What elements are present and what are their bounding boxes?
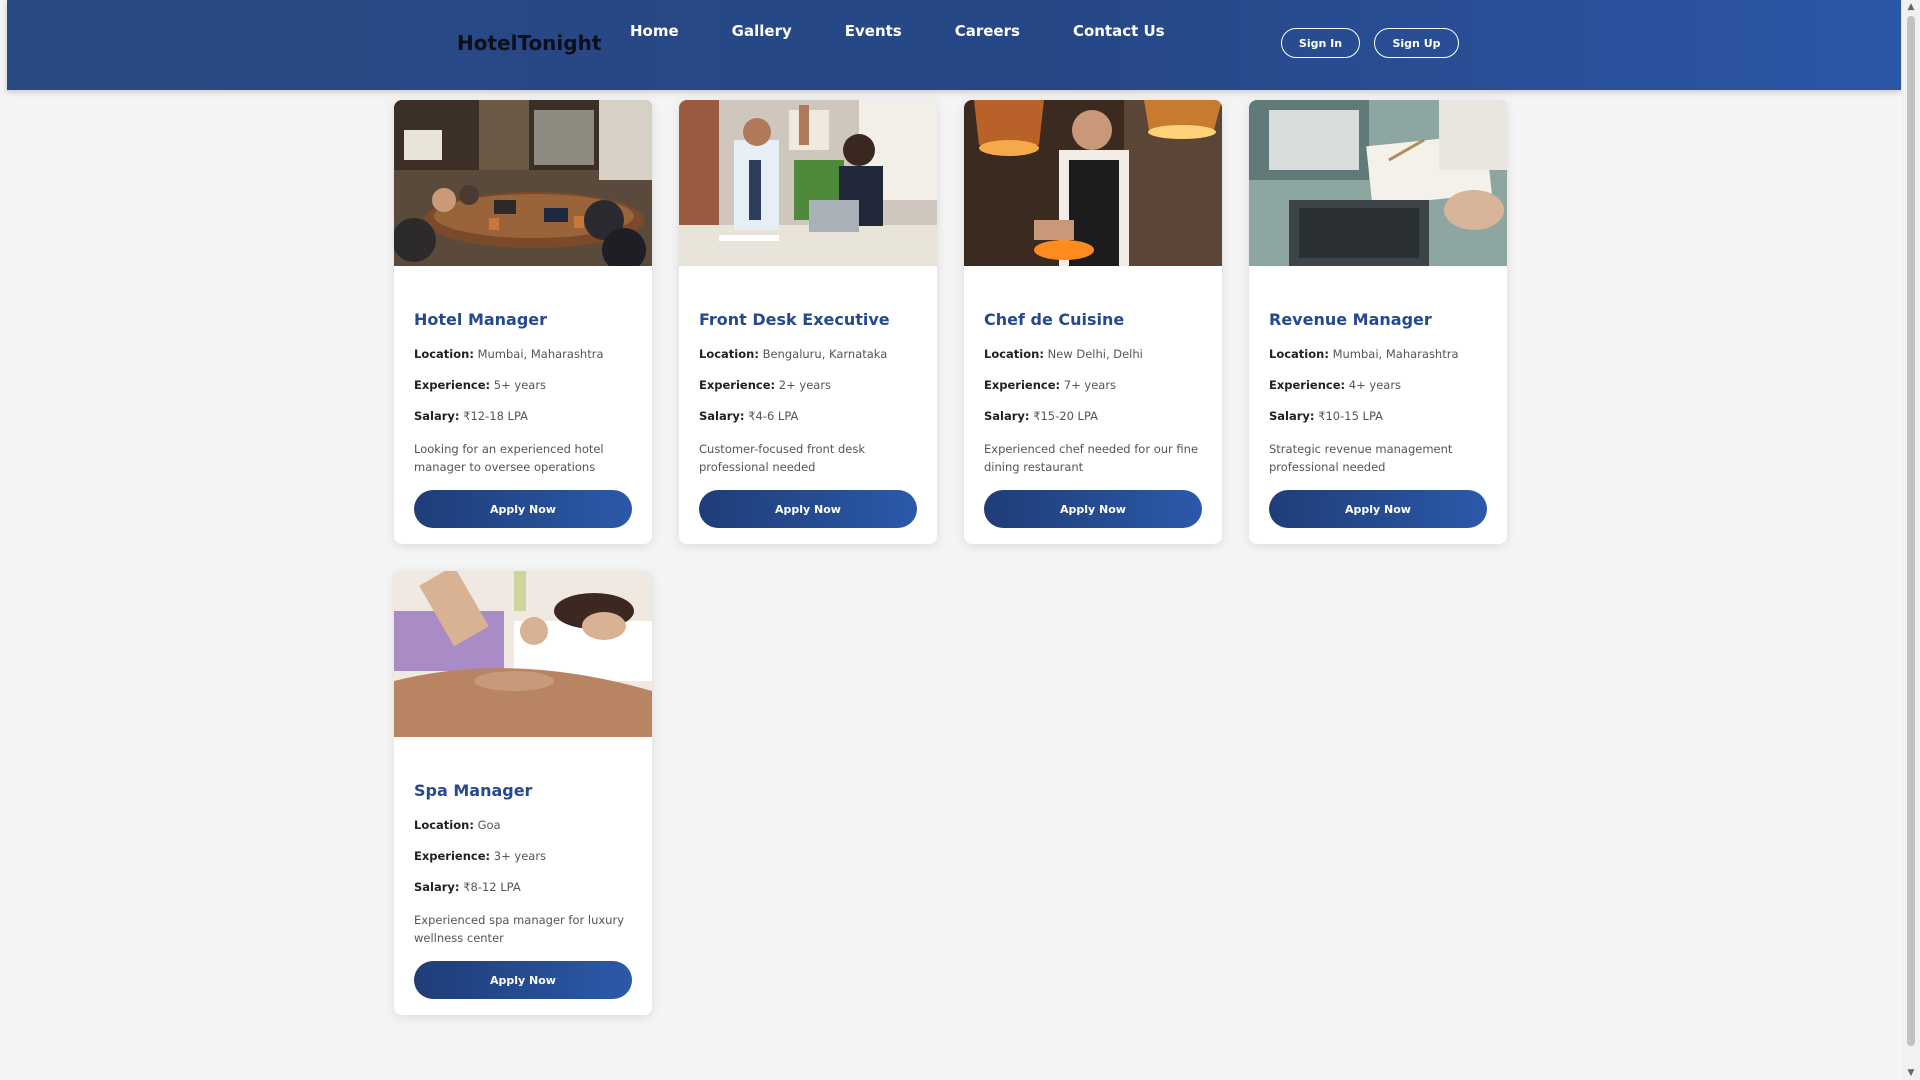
location-label: Location: — [414, 347, 474, 361]
job-card: Chef de Cuisine Location: New Delhi, Del… — [964, 100, 1222, 544]
scroll-down-arrow-icon[interactable]: ▼ — [1906, 1068, 1916, 1078]
nav-links: Home Gallery Events Careers Contact Us — [630, 20, 1218, 42]
job-card: Hotel Manager Location: Mumbai, Maharash… — [394, 100, 652, 544]
job-description: Customer-focused front desk professional… — [699, 442, 866, 474]
nav-events[interactable]: Events — [845, 20, 902, 42]
job-card: Spa Manager Location: Goa Experience: 3+… — [394, 571, 652, 1015]
sign-in-button[interactable]: Sign In — [1281, 28, 1360, 58]
salary-value: ₹8-12 LPA — [463, 880, 521, 894]
job-salary: Salary: ₹10-15 LPA — [1269, 409, 1487, 423]
job-card: Front Desk Executive Location: Bengaluru… — [679, 100, 937, 544]
experience-label: Experience: — [1269, 378, 1346, 392]
experience-label: Experience: — [699, 378, 776, 392]
location-label: Location: — [414, 818, 474, 832]
experience-value: 2+ years — [778, 378, 832, 392]
job-experience: Experience: 2+ years — [699, 378, 917, 392]
apply-now-button[interactable]: Apply Now — [414, 961, 632, 999]
navbar: HotelTonight Home Gallery Events Careers… — [7, 0, 1901, 90]
experience-value: 5+ years — [493, 378, 547, 392]
job-location: Location: New Delhi, Delhi — [984, 347, 1202, 361]
job-salary: Salary: ₹12-18 LPA — [414, 409, 632, 423]
location-value: Mumbai, Maharashtra — [1332, 347, 1459, 361]
job-description: Strategic revenue management professiona… — [1269, 442, 1453, 474]
salary-label: Salary: — [984, 409, 1030, 423]
job-title: Revenue Manager — [1269, 310, 1432, 329]
nav-gallery[interactable]: Gallery — [732, 20, 792, 42]
location-label: Location: — [1269, 347, 1329, 361]
experience-label: Experience: — [414, 849, 491, 863]
salary-value: ₹10-15 LPA — [1318, 409, 1384, 423]
job-experience: Experience: 7+ years — [984, 378, 1202, 392]
job-description: Experienced spa manager for luxury welln… — [414, 913, 625, 945]
job-title: Chef de Cuisine — [984, 310, 1125, 329]
chef-plating-photo — [964, 100, 1222, 266]
sign-up-button[interactable]: Sign Up — [1374, 28, 1459, 58]
job-location: Location: Mumbai, Maharashtra — [1269, 347, 1487, 361]
apply-now-button[interactable]: Apply Now — [984, 490, 1202, 528]
salary-label: Salary: — [699, 409, 745, 423]
location-value: New Delhi, Delhi — [1047, 347, 1143, 361]
job-salary: Salary: ₹4-6 LPA — [699, 409, 917, 423]
job-location: Location: Mumbai, Maharashtra — [414, 347, 632, 361]
job-description: Looking for an experienced hotel manager… — [414, 442, 604, 474]
salary-value: ₹15-20 LPA — [1033, 409, 1099, 423]
experience-label: Experience: — [414, 378, 491, 392]
salary-label: Salary: — [1269, 409, 1315, 423]
job-salary: Salary: ₹8-12 LPA — [414, 880, 632, 894]
location-value: Mumbai, Maharashtra — [477, 347, 604, 361]
location-value: Goa — [477, 818, 501, 832]
location-value: Bengaluru, Karnataka — [762, 347, 888, 361]
nav-contact-us[interactable]: Contact Us — [1073, 20, 1165, 42]
experience-value: 4+ years — [1348, 378, 1402, 392]
job-experience: Experience: 4+ years — [1269, 378, 1487, 392]
meeting-room-photo — [394, 100, 652, 266]
brand-logo[interactable]: HotelTonight — [457, 31, 601, 55]
job-description: Experienced chef needed for our fine din… — [984, 442, 1199, 474]
job-card: Revenue Manager Location: Mumbai, Mahara… — [1249, 100, 1507, 544]
experience-value: 7+ years — [1063, 378, 1117, 392]
job-salary: Salary: ₹15-20 LPA — [984, 409, 1202, 423]
nav-home[interactable]: Home — [630, 20, 679, 42]
salary-label: Salary: — [414, 409, 460, 423]
spa-massage-photo — [394, 571, 652, 737]
apply-now-button[interactable]: Apply Now — [699, 490, 917, 528]
scroll-thumb[interactable] — [1907, 16, 1915, 1046]
apply-now-button[interactable]: Apply Now — [1269, 490, 1487, 528]
experience-value: 3+ years — [493, 849, 547, 863]
job-title: Hotel Manager — [414, 310, 548, 329]
apply-now-button[interactable]: Apply Now — [414, 490, 632, 528]
salary-value: ₹12-18 LPA — [463, 409, 529, 423]
job-experience: Experience: 3+ years — [414, 849, 632, 863]
location-label: Location: — [984, 347, 1044, 361]
experience-label: Experience: — [984, 378, 1061, 392]
office-high-five-photo — [679, 100, 937, 266]
salary-value: ₹4-6 LPA — [748, 409, 799, 423]
job-location: Location: Goa — [414, 818, 632, 832]
job-location: Location: Bengaluru, Karnataka — [699, 347, 917, 361]
job-title: Front Desk Executive — [699, 310, 890, 329]
nav-careers[interactable]: Careers — [955, 20, 1020, 42]
scroll-up-arrow-icon[interactable]: ▲ — [1906, 2, 1916, 12]
laptop-paperwork-photo — [1249, 100, 1507, 266]
job-title: Spa Manager — [414, 781, 533, 800]
location-label: Location: — [699, 347, 759, 361]
job-experience: Experience: 5+ years — [414, 378, 632, 392]
vertical-scrollbar[interactable]: ▲ ▼ — [1902, 0, 1920, 1080]
salary-label: Salary: — [414, 880, 460, 894]
